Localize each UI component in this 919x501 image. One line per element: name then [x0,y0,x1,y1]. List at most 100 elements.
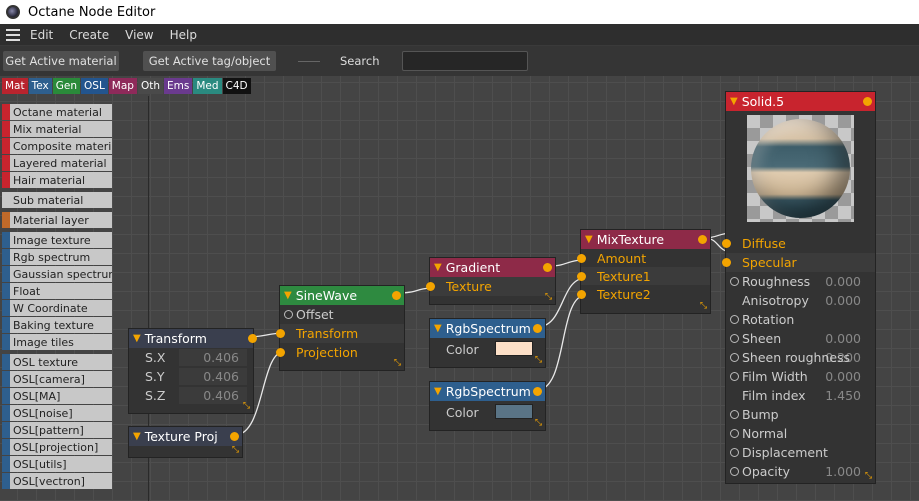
output-port[interactable] [533,324,542,333]
menu-view[interactable]: View [125,28,153,42]
palette-item[interactable]: OSL[projection] [2,439,112,455]
solid-material-node[interactable]: ▼ Solid.5 Diffuse Specular Roughness 0.00… [722,91,876,484]
get-active-tag-button[interactable]: Get Active tag/object [143,51,276,71]
rgb-spectrum-node-header[interactable]: ▼ RgbSpectrum [430,319,545,338]
collapse-triangle-icon[interactable]: ▼ [585,234,593,245]
solid-node-header[interactable]: ▼ Solid.5 [726,92,875,111]
palette-item[interactable]: Layered material [2,155,112,171]
palette-item[interactable]: Rgb spectrum [2,249,112,265]
get-active-material-button[interactable]: Get Active material [3,51,119,71]
category-tab-map[interactable]: Map [108,78,137,94]
category-tab-tex[interactable]: Tex [28,78,52,94]
gradient-node[interactable]: ▼ Gradient Texture ⤡ [426,257,556,305]
resize-handle-icon[interactable]: ⤡ [534,419,543,428]
input-port-empty[interactable] [730,467,739,476]
collapse-triangle-icon[interactable]: ▼ [434,323,442,334]
palette-item[interactable]: Image tiles [2,334,112,350]
color-swatch[interactable] [495,404,533,419]
mixtexture-node-header[interactable]: ▼ MixTexture [581,230,710,249]
palette-item[interactable]: OSL[camera] [2,371,112,387]
menu-create[interactable]: Create [69,28,109,42]
palette-item[interactable]: Hair material [2,172,112,188]
input-port[interactable] [426,282,435,291]
rgb-spectrum-node-header[interactable]: ▼ RgbSpectrum [430,382,545,401]
output-port[interactable] [698,235,707,244]
input-port-empty[interactable] [730,353,739,362]
search-input[interactable] [401,51,528,71]
film-width-value[interactable]: 0.000 [825,369,861,384]
palette-item[interactable]: OSL texture [2,354,112,370]
palette-item[interactable]: OSL[vectron] [2,473,112,489]
input-port-empty[interactable] [730,277,739,286]
collapse-triangle-icon[interactable]: ▼ [434,262,442,273]
color-swatch[interactable] [495,341,533,356]
palette-item[interactable]: Image texture [2,232,112,248]
input-port-empty[interactable] [730,372,739,381]
output-port[interactable] [543,263,552,272]
collapse-triangle-icon[interactable]: ▼ [730,96,738,107]
roughness-value[interactable]: 0.000 [825,274,861,289]
palette-item[interactable]: OSL[pattern] [2,422,112,438]
input-port[interactable] [276,348,285,357]
gradient-node-header[interactable]: ▼ Gradient [430,258,555,277]
resize-handle-icon[interactable]: ⤡ [864,472,873,481]
input-port[interactable] [276,329,285,338]
texture-proj-node-header[interactable]: ▼ Texture Proj [129,427,242,446]
input-port-empty[interactable] [730,410,739,419]
palette-item[interactable]: Sub material [2,192,112,208]
sinewave-node-header[interactable]: ▼ SineWave [280,286,404,305]
input-port-empty[interactable] [284,310,293,319]
collapse-triangle-icon[interactable]: ▼ [284,290,292,301]
hamburger-menu-icon[interactable] [6,28,20,41]
resize-handle-icon[interactable]: ⤡ [231,446,240,455]
category-tab-osl[interactable]: OSL [81,78,108,94]
resize-handle-icon[interactable]: ⤡ [699,302,708,311]
film-index-value[interactable]: 1.450 [825,388,861,403]
input-port[interactable] [577,272,586,281]
mixtexture-node[interactable]: ▼ MixTexture Amount Texture1 Texture2 ⤡ [577,229,711,314]
output-port[interactable] [392,291,401,300]
palette-item[interactable]: Baking texture [2,317,112,333]
output-port[interactable] [533,387,542,396]
sheen-value[interactable]: 0.000 [825,331,861,346]
input-port-empty[interactable] [730,334,739,343]
sx-value[interactable]: 0.406 [203,350,239,365]
palette-item[interactable]: Composite material [2,138,112,154]
sinewave-node[interactable]: ▼ SineWave Offset Transform Projection ⤡ [276,285,405,371]
anisotropy-value[interactable]: 0.000 [825,293,861,308]
menu-edit[interactable]: Edit [30,28,53,42]
transform-node-header[interactable]: ▼ Transform [129,329,257,348]
palette-item[interactable]: Material layer [2,212,112,228]
category-tab-gen[interactable]: Gen [52,78,81,94]
transform-node[interactable]: ▼ Transform S.X 0.406 S.Y 0.406 S.Z 0.406 ⤡ [128,328,257,414]
resize-handle-icon[interactable]: ⤡ [242,402,251,411]
input-port[interactable] [722,258,731,267]
palette-item[interactable]: OSL[noise] [2,405,112,421]
sz-value[interactable]: 0.406 [203,388,239,403]
collapse-triangle-icon[interactable]: ▼ [133,431,141,442]
input-port-empty[interactable] [730,448,739,457]
input-port[interactable] [577,254,586,263]
output-port[interactable] [230,432,239,441]
opacity-value[interactable]: 1.000 [825,464,861,479]
sy-value[interactable]: 0.406 [203,369,239,384]
rgb-spectrum-node-1[interactable]: ▼ RgbSpectrum Color ⤡ [429,318,546,368]
collapse-triangle-icon[interactable]: ▼ [133,333,141,344]
category-tab-ems[interactable]: Ems [164,78,193,94]
category-tab-mat[interactable]: Mat [2,78,28,94]
palette-item[interactable]: Octane material [2,104,112,120]
palette-item[interactable]: OSL[MA] [2,388,112,404]
palette-item[interactable]: Gaussian spectrum [2,266,112,282]
palette-item[interactable]: Float [2,283,112,299]
menu-help[interactable]: Help [170,28,197,42]
output-port[interactable] [863,97,872,106]
resize-handle-icon[interactable]: ⤡ [393,359,402,368]
palette-item[interactable]: Mix material [2,121,112,137]
input-port-empty[interactable] [730,315,739,324]
input-port[interactable] [722,239,731,248]
output-port[interactable] [248,334,257,343]
resize-handle-icon[interactable]: ⤡ [534,356,543,365]
input-port-empty[interactable] [730,429,739,438]
resize-handle-icon[interactable]: ⤡ [544,293,553,302]
input-port[interactable] [577,290,586,299]
